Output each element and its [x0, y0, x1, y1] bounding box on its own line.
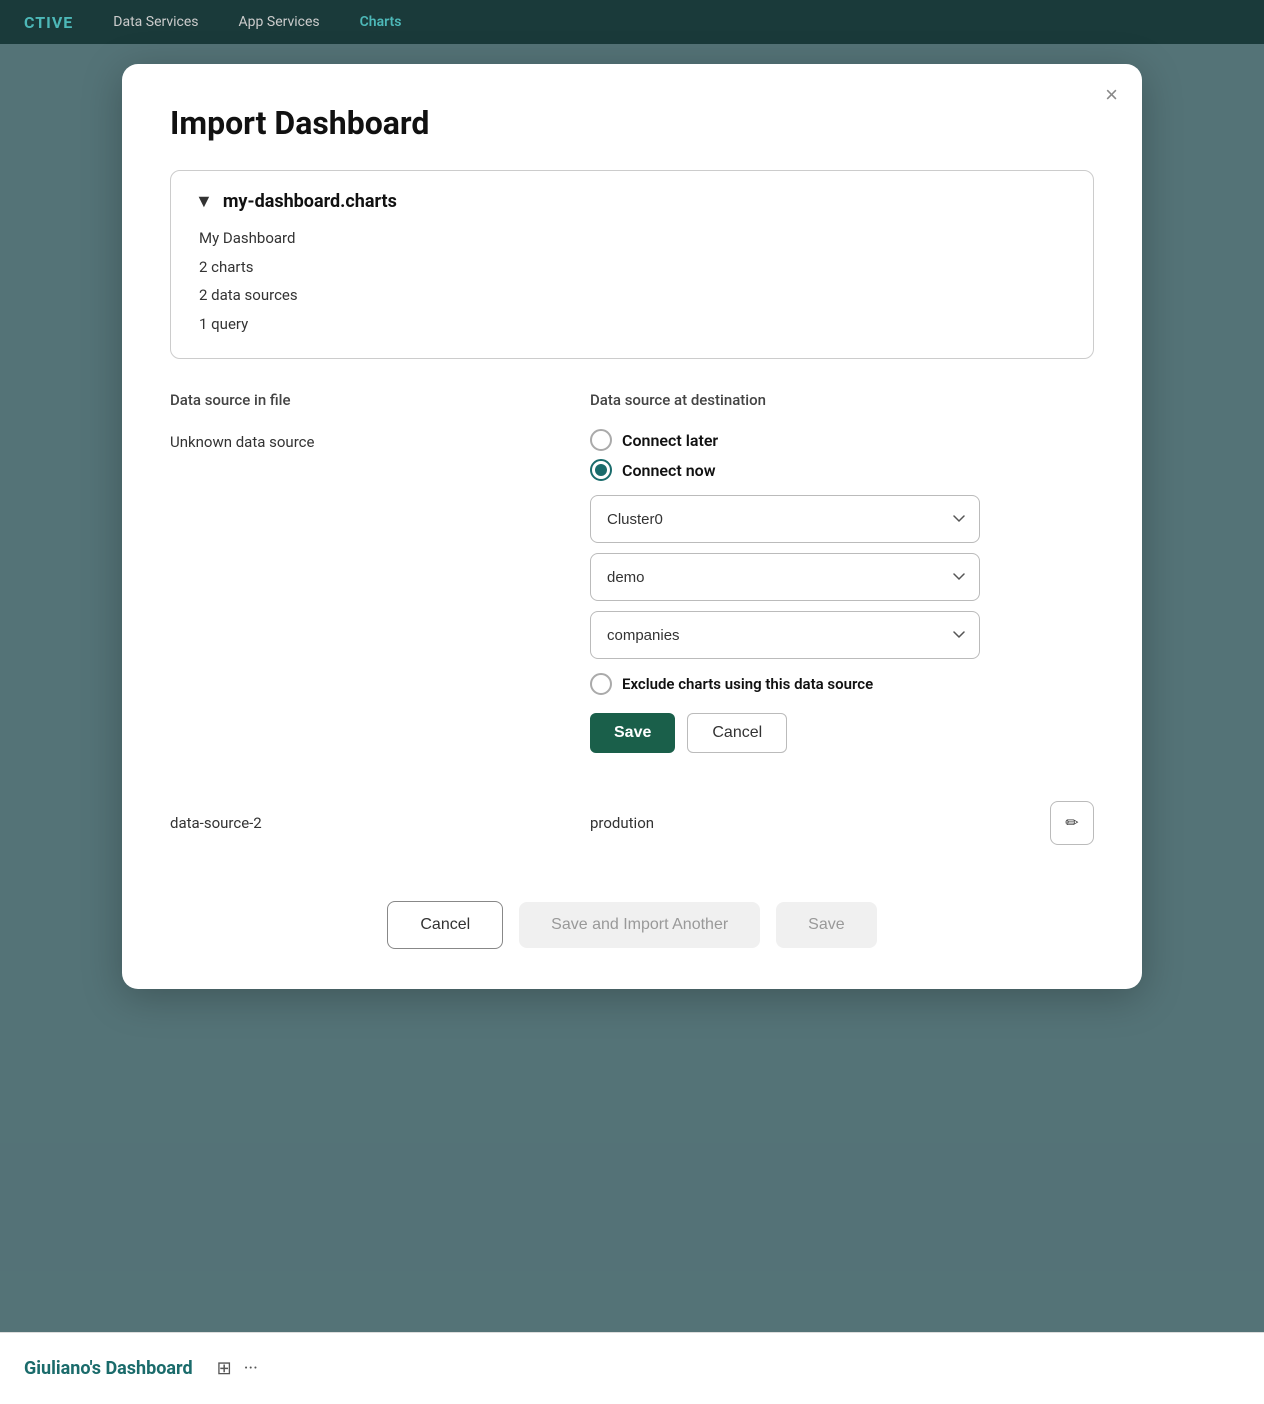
file-meta: My Dashboard 2 charts 2 data sources 1 q… — [195, 224, 1069, 338]
cancel-footer-button[interactable]: Cancel — [387, 901, 503, 949]
edit-button-2[interactable]: ✏ — [1050, 801, 1094, 845]
destination-area-2: prodution ✏ — [590, 801, 1094, 845]
connect-later-circle — [590, 429, 612, 451]
connect-later-radio[interactable]: Connect later — [590, 429, 1094, 451]
mapping-row-1: Unknown data source Connect later Connec… — [170, 429, 1094, 753]
exclude-circle — [590, 673, 612, 695]
top-nav: CTIVE Data Services App Services Charts — [0, 0, 1264, 44]
connect-later-label: Connect later — [622, 431, 718, 450]
mapping-section: Data source in file Data source at desti… — [170, 391, 1094, 845]
connect-now-circle — [590, 459, 612, 481]
nav-charts[interactable]: Charts — [360, 14, 402, 30]
col-right-header: Data source at destination — [590, 391, 1094, 409]
mapping-row-2: data-source-2 prodution ✏ — [170, 785, 1094, 845]
backdrop: × Import Dashboard ▼ my-dashboard.charts… — [0, 44, 1264, 1332]
chevron-down-icon: ▼ — [195, 191, 213, 212]
edit-icon: ✏ — [1065, 813, 1078, 833]
file-name: my-dashboard.charts — [223, 191, 397, 212]
database-select[interactable]: demo — [590, 553, 980, 601]
collection-select[interactable]: companies — [590, 611, 980, 659]
bottom-dashboard-name[interactable]: Giuliano's Dashboard — [24, 1358, 193, 1379]
exclude-radio[interactable]: Exclude charts using this data source — [590, 673, 1094, 695]
connect-now-label: Connect now — [622, 461, 716, 480]
grid-icon[interactable]: ⊞ — [217, 1358, 232, 1379]
modal-title: Import Dashboard — [170, 104, 1094, 142]
cancel-inline-button[interactable]: Cancel — [687, 713, 787, 753]
cluster-select[interactable]: Cluster0 — [590, 495, 980, 543]
close-button[interactable]: × — [1105, 84, 1118, 106]
save-and-import-another-button[interactable]: Save and Import Another — [519, 902, 760, 948]
nav-data-services[interactable]: Data Services — [113, 14, 198, 30]
connect-now-radio[interactable]: Connect now — [590, 459, 1094, 481]
save-inline-button[interactable]: Save — [590, 713, 675, 753]
query-count: 1 query — [199, 310, 1069, 339]
bottom-bar: Giuliano's Dashboard ⊞ ··· — [0, 1332, 1264, 1404]
modal-footer: Cancel Save and Import Another Save — [170, 901, 1094, 949]
destination-area-1: Connect later Connect now Cluster0 demo — [590, 429, 1094, 753]
nav-app-services[interactable]: App Services — [239, 14, 320, 30]
file-info-card: ▼ my-dashboard.charts My Dashboard 2 cha… — [170, 170, 1094, 359]
import-dashboard-modal: × Import Dashboard ▼ my-dashboard.charts… — [122, 64, 1142, 989]
nav-brand: CTIVE — [24, 13, 73, 32]
mapping-header: Data source in file Data source at desti… — [170, 391, 1094, 409]
source-label-2: data-source-2 — [170, 814, 590, 832]
bottom-icons: ⊞ ··· — [217, 1358, 258, 1379]
destination-text-2: prodution — [590, 814, 654, 832]
inline-action-buttons: Save Cancel — [590, 713, 1094, 753]
charts-count: 2 charts — [199, 253, 1069, 282]
dashboard-name-meta: My Dashboard — [199, 224, 1069, 253]
connection-radio-group: Connect later Connect now — [590, 429, 1094, 481]
source-label-1: Unknown data source — [170, 429, 590, 451]
col-left-header: Data source in file — [170, 391, 590, 409]
data-sources-count: 2 data sources — [199, 281, 1069, 310]
save-footer-button[interactable]: Save — [776, 902, 876, 948]
file-card-header: ▼ my-dashboard.charts — [195, 191, 1069, 212]
more-options-icon[interactable]: ··· — [244, 1358, 258, 1379]
exclude-label: Exclude charts using this data source — [622, 675, 873, 693]
